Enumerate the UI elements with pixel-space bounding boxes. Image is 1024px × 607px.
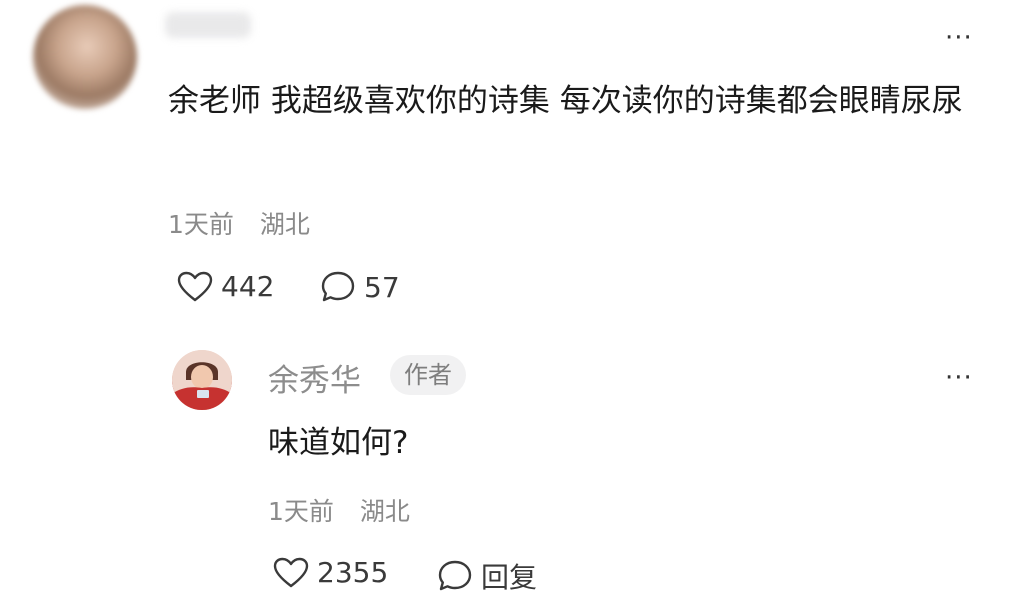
heart-outline-icon <box>273 557 309 589</box>
reply-button[interactable]: 回复 <box>437 556 537 596</box>
comment-more-button[interactable]: ··· <box>945 25 973 51</box>
comment-time: 1天前 <box>168 210 234 239</box>
author-badge: 作者 <box>390 355 466 395</box>
reply-button-label: 回复 <box>481 561 538 594</box>
comment-reply-count-button[interactable]: 57 <box>320 270 400 304</box>
comment-like-button[interactable]: 442 <box>177 270 274 303</box>
speech-bubble-icon <box>437 559 473 593</box>
ellipsis-icon: ··· <box>945 363 973 393</box>
comment-like-count: 442 <box>221 270 275 303</box>
reply-like-count: 2355 <box>317 556 389 589</box>
comment-location: 湖北 <box>259 210 310 239</box>
reply-more-button[interactable]: ··· <box>945 365 973 391</box>
speech-bubble-icon <box>320 270 356 304</box>
reply-text: 味道如何? <box>268 425 409 461</box>
reply-like-button[interactable]: 2355 <box>273 556 388 589</box>
comment-reply-count: 57 <box>364 270 400 304</box>
reply-time: 1天前 <box>268 497 334 526</box>
author-name[interactable]: 余秀华 <box>268 355 361 400</box>
commenter-name-blurred[interactable] <box>165 12 251 38</box>
commenter-avatar[interactable] <box>33 5 137 109</box>
author-avatar[interactable] <box>172 350 232 410</box>
comment-meta: 1天前 湖北 <box>168 205 310 241</box>
heart-outline-icon <box>177 271 213 303</box>
reply-location: 湖北 <box>359 497 410 526</box>
comment-text: 余老师 我超级喜欢你的诗集 每次读你的诗集都会眼睛尿尿 <box>168 83 963 119</box>
ellipsis-icon: ··· <box>945 23 973 53</box>
reply-meta: 1天前 湖北 <box>268 492 410 528</box>
